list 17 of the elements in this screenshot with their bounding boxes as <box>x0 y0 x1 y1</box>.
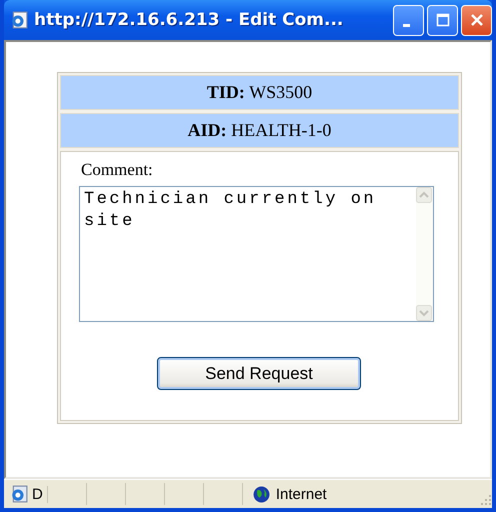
close-icon <box>470 13 484 27</box>
zone-text: Internet <box>276 486 327 502</box>
minimize-icon <box>403 24 410 26</box>
maximize-button[interactable] <box>427 4 458 36</box>
page-icon <box>10 485 28 503</box>
maximize-icon <box>436 13 450 27</box>
header-text: AID: HEALTH-1-0 <box>188 120 332 141</box>
send-request-button[interactable]: Send Request <box>157 357 361 390</box>
close-button[interactable] <box>461 4 492 36</box>
resize-grip-icon[interactable] <box>480 494 492 506</box>
page-icon <box>10 11 28 29</box>
comment-label: Comment: <box>81 160 154 180</box>
status-text: D <box>32 486 48 502</box>
globe-icon <box>252 486 270 502</box>
window-title: http://172.16.6.213 - Edit Com... <box>34 10 344 30</box>
minimize-button[interactable] <box>393 4 424 36</box>
header-text: TID: WS3500 <box>206 82 312 103</box>
